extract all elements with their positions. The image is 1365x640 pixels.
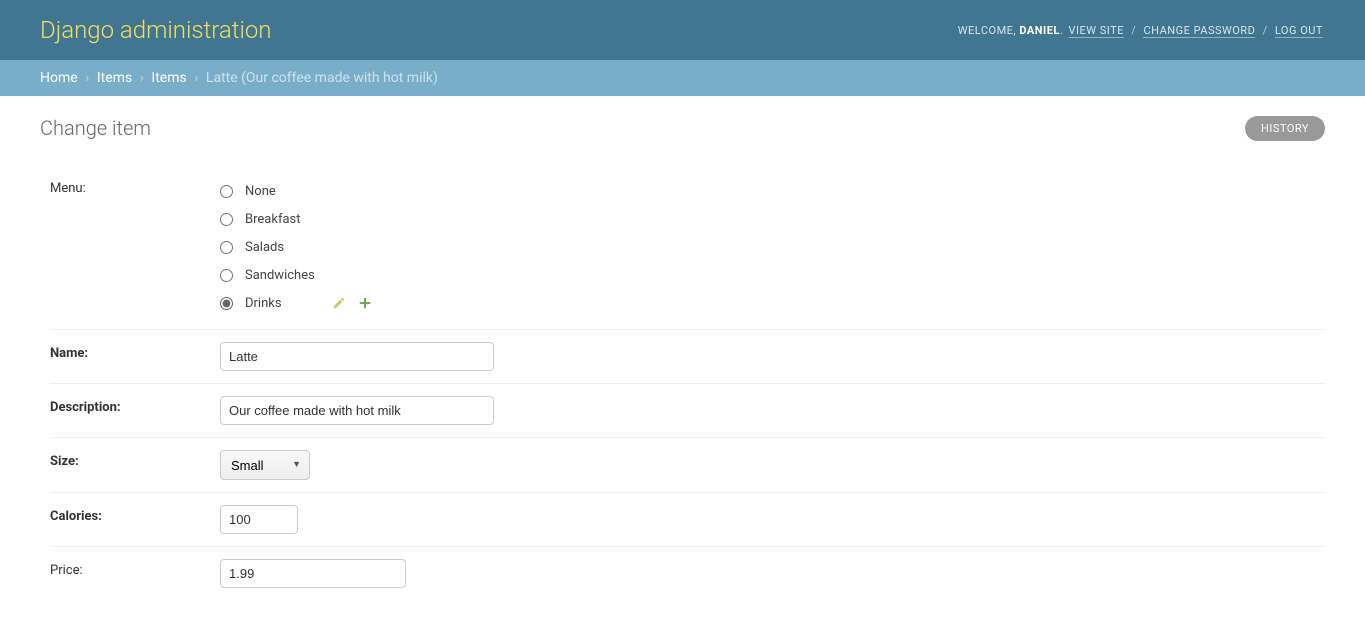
name-input[interactable] [220, 342, 494, 371]
menu-option-sandwiches[interactable]: Sandwiches [220, 261, 1325, 289]
menu-option-breakfast[interactable]: Breakfast [220, 205, 1325, 233]
menu-radiolist: None Breakfast Salads Sandwiches [220, 177, 1325, 317]
size-select[interactable]: Small [220, 450, 310, 480]
content: HISTORY Change item Menu: None Breakfast [0, 96, 1365, 640]
view-site-link[interactable]: VIEW SITE [1069, 24, 1124, 38]
page-title: Change item [40, 116, 1325, 140]
size-label: Size: [50, 450, 220, 469]
form-module: Menu: None Breakfast Salads [50, 165, 1325, 600]
menu-radio-salads[interactable] [220, 241, 233, 254]
field-row-menu: Menu: None Breakfast Salads [50, 165, 1325, 330]
field-row-calories: Calories: [50, 493, 1325, 547]
menu-radio-none[interactable] [220, 185, 233, 198]
description-input[interactable] [220, 396, 494, 425]
menu-option-drinks[interactable]: Drinks [220, 289, 1325, 317]
menu-option-salads[interactable]: Salads [220, 233, 1325, 261]
object-tools: HISTORY [1245, 116, 1325, 141]
field-row-description: Description: [50, 384, 1325, 438]
plus-icon[interactable] [358, 296, 372, 310]
menu-radio-breakfast[interactable] [220, 213, 233, 226]
change-password-link[interactable]: CHANGE PASSWORD [1143, 24, 1255, 38]
username: DANIEL [1019, 24, 1060, 37]
history-button[interactable]: HISTORY [1245, 116, 1325, 141]
user-tools: WELCOME, DANIEL. VIEW SITE / CHANGE PASS… [958, 24, 1325, 37]
header: Django administration WELCOME, DANIEL. V… [0, 0, 1365, 60]
price-label: Price: [50, 559, 220, 578]
description-label: Description: [50, 396, 220, 415]
breadcrumb-home[interactable]: Home [40, 70, 78, 86]
logout-link[interactable]: LOG OUT [1275, 24, 1323, 38]
welcome-text: WELCOME, [958, 24, 1016, 37]
branding[interactable]: Django administration [40, 16, 272, 44]
menu-radio-sandwiches[interactable] [220, 269, 233, 282]
pencil-icon[interactable] [332, 296, 346, 310]
breadcrumb-model[interactable]: Items [151, 70, 186, 86]
name-label: Name: [50, 342, 220, 361]
price-input[interactable] [220, 559, 406, 588]
field-row-size: Size: Small [50, 438, 1325, 493]
breadcrumb-current: Latte (Our coffee made with hot milk) [206, 70, 438, 86]
field-row-name: Name: [50, 330, 1325, 384]
menu-option-none[interactable]: None [220, 177, 1325, 205]
calories-input[interactable] [220, 505, 298, 534]
breadcrumb-app[interactable]: Items [97, 70, 132, 86]
calories-label: Calories: [50, 505, 220, 524]
breadcrumbs: Home › Items › Items › Latte (Our coffee… [0, 60, 1365, 96]
field-row-price: Price: [50, 547, 1325, 600]
menu-label: Menu: [50, 177, 220, 196]
menu-radio-drinks[interactable] [220, 297, 233, 310]
